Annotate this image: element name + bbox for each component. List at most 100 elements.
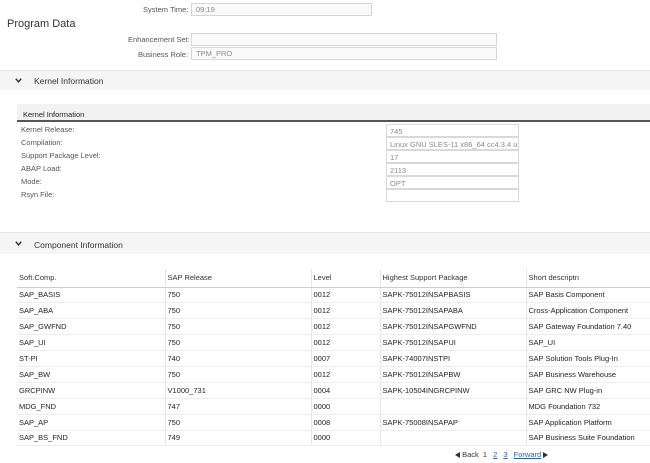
enhancement-set-label: Enhancement Set: bbox=[128, 35, 190, 44]
cell-level: 0012 bbox=[310, 302, 380, 320]
page-link-1[interactable]: 1 bbox=[483, 450, 487, 459]
compilation-label: Compilation: bbox=[21, 138, 63, 147]
cell-soft-comp: SAP_UI bbox=[17, 334, 165, 352]
cell-highest-support-package: SAPK-75012INSAPABA bbox=[379, 302, 526, 320]
column-header-level[interactable]: Level bbox=[310, 269, 380, 288]
cell-highest-support-package bbox=[379, 430, 526, 447]
cell-highest-support-package bbox=[379, 398, 526, 415]
enhancement-set-field[interactable] bbox=[191, 33, 497, 46]
cell-soft-comp: SAP_AP bbox=[17, 414, 165, 431]
mode-label: Mode: bbox=[21, 177, 42, 186]
cell-level: 0012 bbox=[310, 366, 380, 383]
cell-level: 0012 bbox=[310, 287, 380, 304]
kernel-panel-header bbox=[17, 104, 650, 122]
cell-sap-release: 750 bbox=[164, 414, 311, 431]
cell-soft-comp: SAP_ABA bbox=[17, 302, 165, 320]
cell-soft-comp: SAP_BW bbox=[17, 366, 165, 383]
cell-soft-comp: ST-PI bbox=[17, 350, 165, 367]
cell-sap-release: 750 bbox=[164, 287, 311, 304]
cell-short-description: SAP Business Warehouse bbox=[525, 366, 650, 383]
cell-sap-release: 750 bbox=[164, 366, 311, 383]
support-package-level-label: Support Package Level: bbox=[21, 151, 101, 160]
cell-level: 0012 bbox=[310, 318, 380, 336]
cell-level: 0004 bbox=[310, 382, 380, 399]
cell-short-description: SAP Basis Component bbox=[525, 287, 650, 304]
cell-short-description: SAP GRC NW Plug-in bbox=[525, 382, 650, 399]
page-link-3[interactable]: 3 bbox=[503, 450, 507, 459]
column-header-short-description[interactable]: Short descriptn bbox=[525, 269, 650, 288]
column-header-highest-support-package[interactable]: Highest Support Package bbox=[379, 269, 526, 288]
cell-soft-comp: SAP_BASIS bbox=[17, 287, 165, 304]
rsyn-file-value bbox=[386, 189, 519, 202]
compilation-value: Linux GNU SLES-11 x86_64 cc4.3.4 u... bbox=[386, 137, 519, 150]
cell-soft-comp: MDG_FND bbox=[17, 398, 165, 415]
cell-short-description: Cross-Application Component bbox=[525, 302, 650, 320]
table-row[interactable]: GRCPINW V1000_731 0004 SAPK-10504INGRCPINW S… bbox=[17, 382, 650, 399]
support-package-level-value: 17 bbox=[386, 150, 519, 163]
cell-highest-support-package: SAPK-75008INSAPAP bbox=[379, 414, 526, 431]
mode-value: OPT bbox=[386, 176, 519, 189]
kernel-release-value: 745 bbox=[386, 124, 519, 137]
table-row[interactable]: SAP_BASIS 750 0012 SAPK-75012INSAPBASIS SAP … bbox=[17, 287, 650, 304]
table-header-row: Soft.Comp. SAP Release Level Highest Sup… bbox=[17, 269, 650, 288]
column-header-soft-comp[interactable]: Soft.Comp. bbox=[17, 269, 165, 288]
forward-button[interactable]: Forward bbox=[514, 450, 542, 459]
cell-level: 0012 bbox=[310, 334, 380, 352]
cell-level: 0000 bbox=[310, 430, 380, 447]
cell-soft-comp: SAP_GWFND bbox=[17, 318, 165, 336]
cell-highest-support-package: SAPK-75012INSAPUI bbox=[379, 334, 526, 352]
abap-load-label: ABAP Load: bbox=[21, 164, 62, 173]
cell-sap-release: 750 bbox=[164, 334, 311, 352]
system-time-label: System Time: bbox=[143, 5, 189, 14]
cell-short-description: SAP_UI bbox=[525, 334, 650, 352]
table-row[interactable]: SAP_UI 750 0012 SAPK-75012INSAPUI SAP_UI bbox=[17, 334, 650, 352]
table-row[interactable]: SAP_BS_FND 749 0000 SAP Business Suite Foun… bbox=[17, 430, 650, 447]
cell-sap-release: 750 bbox=[164, 302, 311, 320]
system-time-field: 09:19 bbox=[191, 3, 372, 16]
business-role-label: Business Role: bbox=[138, 50, 189, 59]
page-link-2[interactable]: 2 bbox=[493, 450, 497, 459]
table-row[interactable]: SAP_AP 750 0008 SAPK-75008INSAPAP SAP Applic… bbox=[17, 414, 650, 431]
business-role-field[interactable]: TPM_PRO bbox=[191, 47, 497, 60]
cell-soft-comp: GRCPINW bbox=[17, 382, 165, 399]
page-title: Program Data bbox=[7, 18, 76, 30]
cell-highest-support-package: SAPK-75012INSAPBASIS bbox=[379, 287, 526, 304]
cell-highest-support-package: SAPK-74007INSTPI bbox=[379, 350, 526, 367]
cell-short-description: SAP Business Suite Foundation bbox=[525, 430, 650, 447]
cell-short-description: SAP Application Platform bbox=[525, 414, 650, 431]
cell-level: 0007 bbox=[310, 350, 380, 367]
cell-level: 0000 bbox=[310, 398, 380, 415]
table-row[interactable]: SAP_BW 750 0012 SAPK-75012INSAPBW SAP Busine… bbox=[17, 366, 650, 383]
table-row[interactable]: ST-PI 740 0007 SAPK-74007INSTPI SAP Solution… bbox=[17, 350, 650, 367]
cell-sap-release: 747 bbox=[164, 398, 311, 415]
kernel-section-title: Kernel Information bbox=[34, 76, 104, 86]
table-row[interactable]: MDG_FND 747 0000 MDG Foundation 732 bbox=[17, 398, 650, 415]
forward-arrow-icon[interactable] bbox=[543, 452, 549, 459]
cell-soft-comp: SAP_BS_FND bbox=[17, 430, 165, 447]
cell-sap-release: V1000_731 bbox=[164, 382, 311, 399]
cell-sap-release: 740 bbox=[164, 350, 311, 367]
chevron-down-icon[interactable] bbox=[14, 239, 23, 248]
kernel-release-label: Kernel Release: bbox=[21, 125, 75, 134]
kernel-panel-title: Kernel Information bbox=[23, 110, 85, 119]
cell-short-description: MDG Foundation 732 bbox=[525, 398, 650, 415]
cell-level: 0008 bbox=[310, 414, 380, 431]
abap-load-value: 2113 bbox=[386, 163, 519, 176]
cell-sap-release: 749 bbox=[164, 430, 311, 447]
cell-sap-release: 750 bbox=[164, 318, 311, 336]
column-header-sap-release[interactable]: SAP Release bbox=[164, 269, 311, 288]
pager: Back 1 2 3 Forward bbox=[455, 450, 549, 459]
table-row[interactable]: SAP_GWFND 750 0012 SAPK-75012INSAPGWFND SAP … bbox=[17, 318, 650, 336]
back-button[interactable]: Back bbox=[462, 450, 479, 459]
component-table: Soft.Comp. SAP Release Level Highest Sup… bbox=[17, 269, 650, 447]
cell-highest-support-package: SAPK-75012INSAPBW bbox=[379, 366, 526, 383]
cell-short-description: SAP Gateway Foundation 7.40 bbox=[525, 318, 650, 336]
cell-highest-support-package: SAPK-75012INSAPGWFND bbox=[379, 318, 526, 336]
cell-highest-support-package: SAPK-10504INGRCPINW bbox=[379, 382, 526, 399]
component-section-title: Component Information bbox=[34, 240, 123, 250]
back-arrow-icon[interactable] bbox=[455, 452, 460, 459]
cell-short-description: SAP Solution Tools Plug-In bbox=[525, 350, 650, 367]
chevron-down-icon[interactable] bbox=[14, 76, 23, 85]
rsyn-file-label: Rsyn File: bbox=[21, 190, 55, 199]
table-row[interactable]: SAP_ABA 750 0012 SAPK-75012INSAPABA Cross-Ap… bbox=[17, 302, 650, 320]
